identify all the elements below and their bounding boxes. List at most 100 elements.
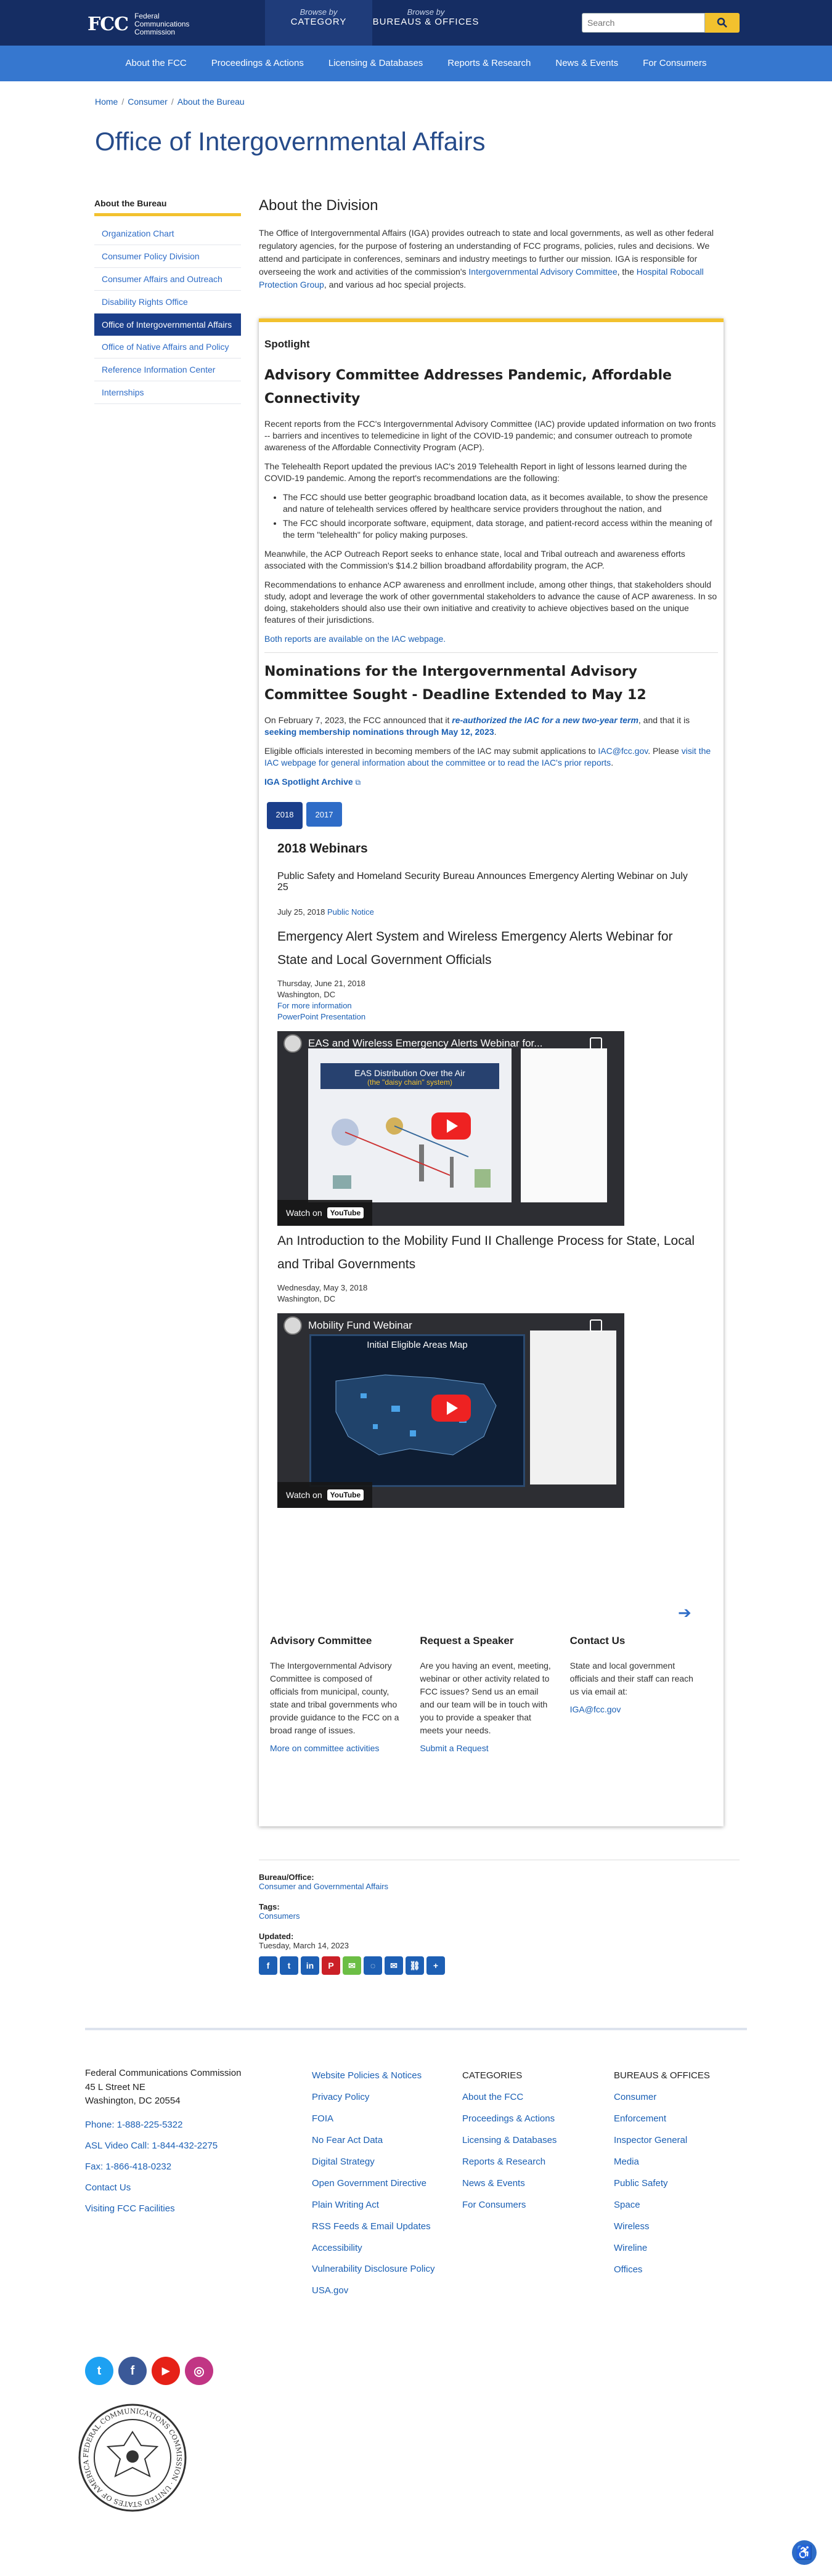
fcc-logo[interactable]: FCC Federal Communications Commission <box>88 12 189 36</box>
copy-link-icon[interactable] <box>590 1037 602 1050</box>
sidebar-item-organization-chart[interactable]: Organization Chart <box>94 222 241 245</box>
committee-activities-link[interactable]: More on committee activities <box>270 1743 379 1753</box>
spotlight-archive-link[interactable]: IGA Spotlight Archive <box>264 777 353 787</box>
footer-link[interactable]: Open Government Directive <box>312 2173 447 2194</box>
pinterest-icon[interactable]: P <box>322 1956 340 1975</box>
arrow-right-icon[interactable]: ➔ <box>678 1603 691 1622</box>
browse-by-category-button[interactable]: Browse by CATEGORY <box>265 0 372 46</box>
tab-2017[interactable]: 2017 <box>306 802 342 827</box>
footer-link[interactable]: For Consumers <box>462 2194 598 2216</box>
sidebar-item-consumer-affairs[interactable]: Consumer Affairs and Outreach <box>94 268 241 291</box>
breadcrumb-about-bureau[interactable]: About the Bureau <box>177 97 245 107</box>
iac-email-link[interactable]: IAC@fcc.gov <box>598 746 648 756</box>
footer-contact-link[interactable]: Contact Us <box>85 2177 307 2198</box>
submit-request-link[interactable]: Submit a Request <box>420 1743 488 1753</box>
instagram-icon[interactable]: ◎ <box>185 2357 213 2385</box>
footer-link[interactable]: Offices <box>614 2259 743 2280</box>
footer-visiting-link[interactable]: Visiting FCC Facilities <box>85 2198 307 2219</box>
footer-link[interactable]: Privacy Policy <box>312 2086 447 2108</box>
more-information-link[interactable]: For more information <box>277 1001 352 1010</box>
page-title: Office of Intergovernmental Affairs <box>95 127 486 156</box>
footer-fax-link[interactable]: Fax: 1-866-418-0232 <box>85 2157 307 2177</box>
sidebar-item-internships[interactable]: Internships <box>94 381 241 404</box>
nav-item-consumers[interactable]: For Consumers <box>630 46 719 81</box>
page-meta: Bureau/Office: Consumer and Governmental… <box>259 1860 740 1975</box>
watch-on-youtube-button[interactable]: Watch on YouTube <box>277 1200 373 1226</box>
footer-link[interactable]: Wireless <box>614 2216 743 2237</box>
linkedin-icon[interactable]: in <box>301 1956 319 1975</box>
footer-link[interactable]: About the FCC <box>462 2086 598 2108</box>
more-share-icon[interactable]: + <box>426 1956 445 1975</box>
footer-link[interactable]: Public Safety <box>614 2173 743 2194</box>
video-player[interactable]: EAS Distribution Over the Air (the "daisy… <box>277 1031 624 1226</box>
youtube-icon[interactable]: ▶ <box>152 2357 180 2385</box>
footer-link[interactable]: Plain Writing Act <box>312 2194 447 2216</box>
footer-link[interactable]: RSS Feeds & Email Updates <box>312 2216 447 2237</box>
footer-link[interactable]: FOIA <box>312 2108 447 2129</box>
messenger-icon[interactable]: ◌ <box>364 1956 382 1975</box>
footer-link[interactable]: Reports & Research <box>462 2151 598 2173</box>
video-player[interactable]: Initial Eligible Areas Map Mobility Fund… <box>277 1313 624 1508</box>
powerpoint-link[interactable]: PowerPoint Presentation <box>277 1012 365 1021</box>
search-button[interactable] <box>705 13 740 33</box>
webinar-title: Emergency Alert System and Wireless Emer… <box>277 930 673 967</box>
list-item: The FCC should use better geographic bro… <box>283 492 718 515</box>
nav-item-about[interactable]: About the FCC <box>113 46 199 81</box>
footer-link[interactable]: Enforcement <box>614 2108 743 2129</box>
nav-item-proceedings[interactable]: Proceedings & Actions <box>199 46 316 81</box>
footer-link[interactable]: Accessibility <box>312 2237 447 2259</box>
tag-link[interactable]: Consumers <box>259 1911 300 1921</box>
facebook-icon[interactable]: f <box>118 2357 147 2385</box>
browse-label: BUREAUS & OFFICES <box>372 17 479 27</box>
sidebar-item-intergovernmental-affairs[interactable]: Office of Intergovernmental Affairs <box>94 314 241 336</box>
iac-link[interactable]: Intergovernmental Advisory Committee <box>468 267 617 277</box>
footer-link[interactable]: Digital Strategy <box>312 2151 447 2173</box>
tab-2018[interactable]: 2018 <box>267 802 303 827</box>
nav-item-licensing[interactable]: Licensing & Databases <box>316 46 435 81</box>
sidebar-item-reference-center[interactable]: Reference Information Center <box>94 358 241 381</box>
sidebar-item-native-affairs[interactable]: Office of Native Affairs and Policy <box>94 336 241 358</box>
sidebar-item-consumer-policy[interactable]: Consumer Policy Division <box>94 245 241 268</box>
sms-icon[interactable]: ✉ <box>343 1956 361 1975</box>
browse-by-bureaus-button[interactable]: Browse by BUREAUS & OFFICES <box>372 0 479 46</box>
footer-link[interactable]: Wireline <box>614 2237 743 2259</box>
footer-link[interactable]: Licensing & Databases <box>462 2129 598 2151</box>
copy-link-icon[interactable] <box>590 1319 602 1332</box>
breadcrumb-consumer[interactable]: Consumer <box>128 97 168 107</box>
twitter-icon[interactable]: t <box>85 2357 113 2385</box>
iga-email-link[interactable]: IGA@fcc.gov <box>570 1704 621 1714</box>
breadcrumb-home[interactable]: Home <box>95 97 118 107</box>
email-icon[interactable]: ✉ <box>385 1956 403 1975</box>
footer-link[interactable]: No Fear Act Data <box>312 2129 447 2151</box>
nav-item-news[interactable]: News & Events <box>543 46 630 81</box>
footer-link[interactable]: Media <box>614 2151 743 2173</box>
footer-link[interactable]: Consumer <box>614 2086 743 2108</box>
facebook-icon[interactable]: f <box>259 1956 277 1975</box>
sidebar-item-disability-rights[interactable]: Disability Rights Office <box>94 291 241 314</box>
footer-phone-link[interactable]: Phone: 1-888-225-5322 <box>85 2115 307 2136</box>
footer-link[interactable]: Website Policies & Notices <box>312 2065 447 2086</box>
footer-link[interactable]: News & Events <box>462 2173 598 2194</box>
nominations-link[interactable]: seeking membership nominations through M… <box>264 727 494 737</box>
footer-link[interactable]: Vulnerability Disclosure Policy <box>312 2259 447 2280</box>
footer-link[interactable]: Proceedings & Actions <box>462 2108 598 2129</box>
copy-link-icon[interactable]: ⛓ <box>406 1956 424 1975</box>
contact-us-block: Contact Us State and local government of… <box>570 1635 701 1753</box>
footer-link[interactable]: USA.gov <box>312 2280 447 2301</box>
search-input[interactable] <box>582 13 705 33</box>
nav-item-reports[interactable]: Reports & Research <box>435 46 543 81</box>
footer-link[interactable]: Space <box>614 2194 743 2216</box>
twitter-icon[interactable]: t <box>280 1956 298 1975</box>
reauthorized-link[interactable]: re-authorized the IAC for a new two-year… <box>452 715 638 725</box>
watch-on-youtube-button[interactable]: Watch on YouTube <box>277 1482 373 1508</box>
spotlight-label: Spotlight <box>264 338 310 350</box>
iac-reports-link[interactable]: Both reports are available on the IAC we… <box>264 634 446 644</box>
bureau-link[interactable]: Consumer and Governmental Affairs <box>259 1882 388 1891</box>
footer-asl-link[interactable]: ASL Video Call: 1-844-432-2275 <box>85 2136 307 2157</box>
footer-link[interactable]: Inspector General <box>614 2129 743 2151</box>
play-icon[interactable] <box>431 1112 471 1140</box>
accessibility-icon[interactable]: ♿ <box>792 2540 817 2565</box>
public-notice-link[interactable]: Public Notice <box>327 907 374 917</box>
webinar-title: An Introduction to the Mobility Fund II … <box>277 1234 695 1271</box>
play-icon[interactable] <box>431 1395 471 1422</box>
